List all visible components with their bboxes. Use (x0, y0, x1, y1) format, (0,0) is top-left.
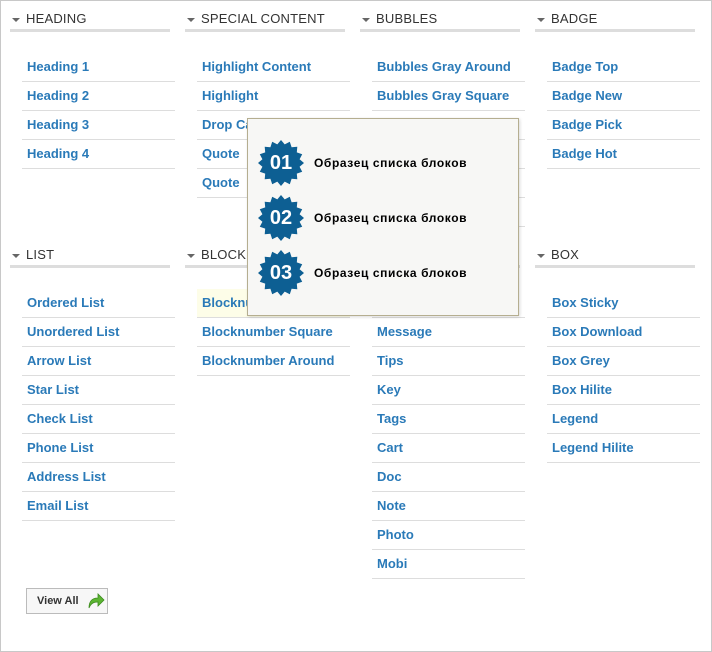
menu-item[interactable]: Blocknumber Around (197, 347, 350, 376)
menu-item[interactable]: Cart (372, 434, 525, 463)
block-text: Образец списка блоков (314, 156, 468, 170)
menu-item[interactable]: Blocknumber Square (197, 318, 350, 347)
menu-item[interactable]: Tips (372, 347, 525, 376)
block-number: 01 (269, 152, 293, 174)
section-badge: BADGE Badge Top Badge New Badge Pick Badge H… (535, 0, 700, 169)
block-text: Образец списка блоков (314, 211, 468, 225)
menu-item[interactable]: Badge New (547, 82, 700, 111)
menu-item[interactable]: Badge Hot (547, 140, 700, 169)
menu-item[interactable]: Note (372, 492, 525, 521)
menu-item[interactable]: Unordered List (22, 318, 175, 347)
section-title: SPECIAL CONTENT (201, 11, 325, 26)
menu-item[interactable]: Heading 4 (22, 140, 175, 169)
menu-item[interactable]: Box Download (547, 318, 700, 347)
section-title: LIST (26, 247, 55, 262)
menu-item[interactable]: Doc (372, 463, 525, 492)
caret-down-icon (12, 254, 20, 258)
section-header: LIST (10, 236, 170, 268)
menu-item[interactable]: Highlight (197, 82, 350, 111)
menu-item[interactable]: Box Sticky (547, 289, 700, 318)
menu-item[interactable]: Arrow List (22, 347, 175, 376)
menu-item[interactable]: Mobi (372, 550, 525, 579)
menu-item[interactable]: Legend Hilite (547, 434, 700, 463)
block-number-item: 03 Образец списка блоков (258, 250, 508, 296)
menu-item[interactable]: Message (372, 318, 525, 347)
section-title: BADGE (551, 11, 598, 26)
menu-item[interactable]: Box Grey (547, 347, 700, 376)
view-all-label: View All (37, 595, 79, 607)
caret-down-icon (187, 18, 195, 22)
caret-down-icon (537, 254, 545, 258)
menu-item[interactable]: Bubbles Gray Square (372, 82, 525, 111)
block-number: 03 (269, 262, 293, 284)
section-title: BOX (551, 247, 580, 262)
menu-item[interactable]: Badge Top (547, 53, 700, 82)
block-number: 02 (269, 207, 293, 229)
menu-item[interactable]: Badge Pick (547, 111, 700, 140)
menu-item[interactable]: Key (372, 376, 525, 405)
menu-item[interactable]: Address List (22, 463, 175, 492)
menu-item[interactable]: Check List (22, 405, 175, 434)
section-heading: HEADING Heading 1 Heading 2 Heading 3 Headin… (10, 0, 175, 169)
menu-item[interactable]: Bubbles Gray Around (372, 53, 525, 82)
menu-item[interactable]: Photo (372, 521, 525, 550)
menu-item[interactable]: Box Hilite (547, 376, 700, 405)
section-header: HEADING (10, 0, 170, 32)
section-title: HEADING (26, 11, 87, 26)
block-number-item: 02 Образец списка блоков (258, 195, 508, 241)
caret-down-icon (187, 254, 195, 258)
section-header: BOX (535, 236, 695, 268)
blocknumber-preview-popup: 01 Образец списка блоков 02 Образец списка … (247, 118, 519, 316)
menu-item[interactable]: Ordered List (22, 289, 175, 318)
section-list: LIST Ordered List Unordered List Arrow List… (10, 236, 175, 521)
menu-item[interactable]: Tags (372, 405, 525, 434)
green-arrow-icon (88, 593, 105, 609)
menu-item[interactable]: Heading 1 (22, 53, 175, 82)
menu-item[interactable]: Email List (22, 492, 175, 521)
caret-down-icon (537, 18, 545, 22)
menu-item[interactable]: Star List (22, 376, 175, 405)
menu-item[interactable]: Heading 2 (22, 82, 175, 111)
section-title: BUBBLES (376, 11, 438, 26)
caret-down-icon (12, 18, 20, 22)
view-all-button[interactable]: View All (26, 588, 108, 614)
section-header: BUBBLES (360, 0, 520, 32)
section-box: BOX Box Sticky Box Download Box Grey Box Hil… (535, 236, 700, 463)
menu-item[interactable]: Highlight Content (197, 53, 350, 82)
section-header: BADGE (535, 0, 695, 32)
block-text: Образец списка блоков (314, 266, 468, 280)
caret-down-icon (362, 18, 370, 22)
block-number-item: 01 Образец списка блоков (258, 140, 508, 186)
menu-item[interactable]: Heading 3 (22, 111, 175, 140)
menu-item[interactable]: Phone List (22, 434, 175, 463)
section-header: SPECIAL CONTENT (185, 0, 345, 32)
menu-item[interactable]: Legend (547, 405, 700, 434)
